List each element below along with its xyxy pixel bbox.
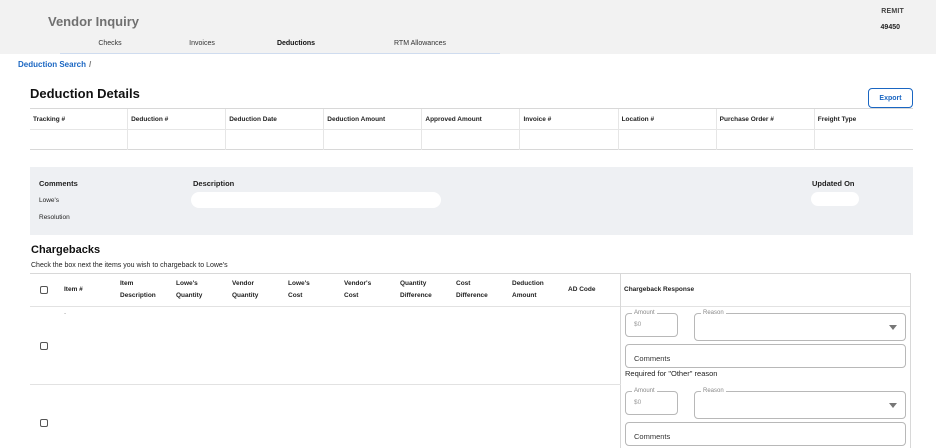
- chargebacks-table: Item # Item Description Lowe's Quantity Ve…: [30, 273, 911, 448]
- col-item-number: Item #: [64, 286, 83, 293]
- col-cost-difference: Cost Difference: [456, 280, 488, 299]
- table-cell: [226, 130, 325, 150]
- col-chargeback-response: Chargeback Response: [624, 286, 695, 293]
- col-purchase-order-number: Purchase Order #: [717, 109, 815, 129]
- comments-placeholder: Comments: [634, 432, 671, 441]
- reason-select[interactable]: Reason: [694, 309, 906, 341]
- header-divider: [30, 306, 911, 307]
- comments-label: Comments: [39, 179, 78, 188]
- amount-value: $0: [634, 399, 642, 406]
- amount-input[interactable]: Amount $0: [625, 309, 678, 337]
- breadcrumb: Deduction Search /: [18, 60, 91, 69]
- amount-label: Amount: [632, 387, 657, 395]
- col-quantity-difference: Quantity Difference: [400, 280, 432, 299]
- chevron-down-icon: [889, 403, 897, 408]
- table-cell: [128, 130, 227, 150]
- col-deduction-amount: Deduction Amount: [324, 109, 423, 129]
- reason-helper-text: Required for "Other" reason: [625, 369, 718, 378]
- remit-value: 49450: [880, 24, 900, 31]
- col-deduction-number: Deduction #: [128, 109, 227, 129]
- table-cell: [422, 130, 521, 150]
- updated-on-value: [811, 192, 859, 206]
- chargebacks-instruction: Check the box next the items you wish to…: [31, 262, 228, 269]
- row-checkbox[interactable]: [40, 419, 48, 427]
- page-header: Vendor Inquiry REMIT 49450 Checks Invoic…: [0, 0, 936, 54]
- table-cell: [815, 130, 913, 150]
- tab-underline: [60, 53, 500, 54]
- col-lowes-quantity: Lowe's Quantity: [176, 280, 203, 299]
- col-item-description: Item Description: [120, 280, 156, 299]
- col-vendors-cost: Vendor's Cost: [344, 280, 372, 299]
- col-freight-type: Freight Type: [817, 116, 857, 123]
- table-row: [30, 130, 913, 150]
- comments-input[interactable]: Comments: [625, 422, 906, 446]
- table-cell: [520, 130, 619, 150]
- table-cell: [717, 130, 815, 150]
- select-all-checkbox[interactable]: [40, 286, 48, 294]
- reason-label: Reason: [701, 387, 726, 395]
- col-deduction-date: Deduction Date: [226, 109, 325, 129]
- comments-input[interactable]: Comments: [625, 344, 906, 368]
- col-ad-code: AD Code: [568, 286, 596, 293]
- table-cell: [324, 130, 423, 150]
- remit-label: REMIT: [881, 8, 904, 15]
- table-cell: [30, 130, 129, 150]
- row-marker: -: [64, 310, 67, 317]
- col-tracking-number: Tracking #: [30, 109, 129, 129]
- breadcrumb-separator: /: [89, 60, 92, 69]
- resolution-label: Resolution: [39, 214, 70, 221]
- col-approved-amount: Approved Amount: [422, 109, 521, 129]
- row-checkbox[interactable]: [40, 342, 48, 350]
- table-right-edge: [910, 274, 911, 448]
- col-vendor-quantity: Vendor Quantity: [232, 280, 259, 299]
- col-location-number: Location #: [619, 109, 717, 129]
- table-cell: [619, 130, 717, 150]
- col-lowes-cost: Lowe's Cost: [288, 280, 310, 299]
- row-divider: [30, 384, 621, 385]
- tab-checks[interactable]: Checks: [90, 40, 130, 54]
- details-header-row: Tracking # Deduction # Deduction Date De…: [30, 109, 913, 130]
- reason-select[interactable]: Reason: [694, 387, 906, 419]
- tab-rtm-allowances[interactable]: RTM Allowances: [380, 40, 460, 54]
- lowes-label: Lowe's: [39, 197, 60, 204]
- app-title: Vendor Inquiry: [48, 14, 140, 29]
- amount-value: $0: [634, 321, 642, 328]
- description-value: [191, 192, 441, 208]
- description-label: Description: [193, 179, 235, 188]
- tab-invoices[interactable]: Invoices: [180, 40, 224, 54]
- response-column-divider: [620, 274, 621, 448]
- amount-label: Amount: [632, 309, 657, 317]
- chargebacks-title: Chargebacks: [31, 244, 101, 256]
- comments-panel: Comments Lowe's Resolution Description U…: [30, 167, 913, 235]
- col-invoice-number: Invoice #: [520, 109, 619, 129]
- chevron-down-icon: [889, 325, 897, 330]
- export-button[interactable]: Export: [868, 88, 913, 108]
- tab-deductions[interactable]: Deductions: [250, 40, 342, 54]
- breadcrumb-deduction-search[interactable]: Deduction Search: [18, 60, 86, 69]
- reason-label: Reason: [701, 309, 726, 317]
- updated-on-label: Updated On: [812, 179, 855, 188]
- deduction-details-title: Deduction Details: [30, 86, 140, 101]
- amount-input[interactable]: Amount $0: [625, 387, 678, 415]
- deduction-details-table: Tracking # Deduction # Deduction Date De…: [30, 108, 913, 150]
- comments-placeholder: Comments: [634, 354, 671, 363]
- col-deduction-amount: Deduction Amount: [512, 280, 544, 299]
